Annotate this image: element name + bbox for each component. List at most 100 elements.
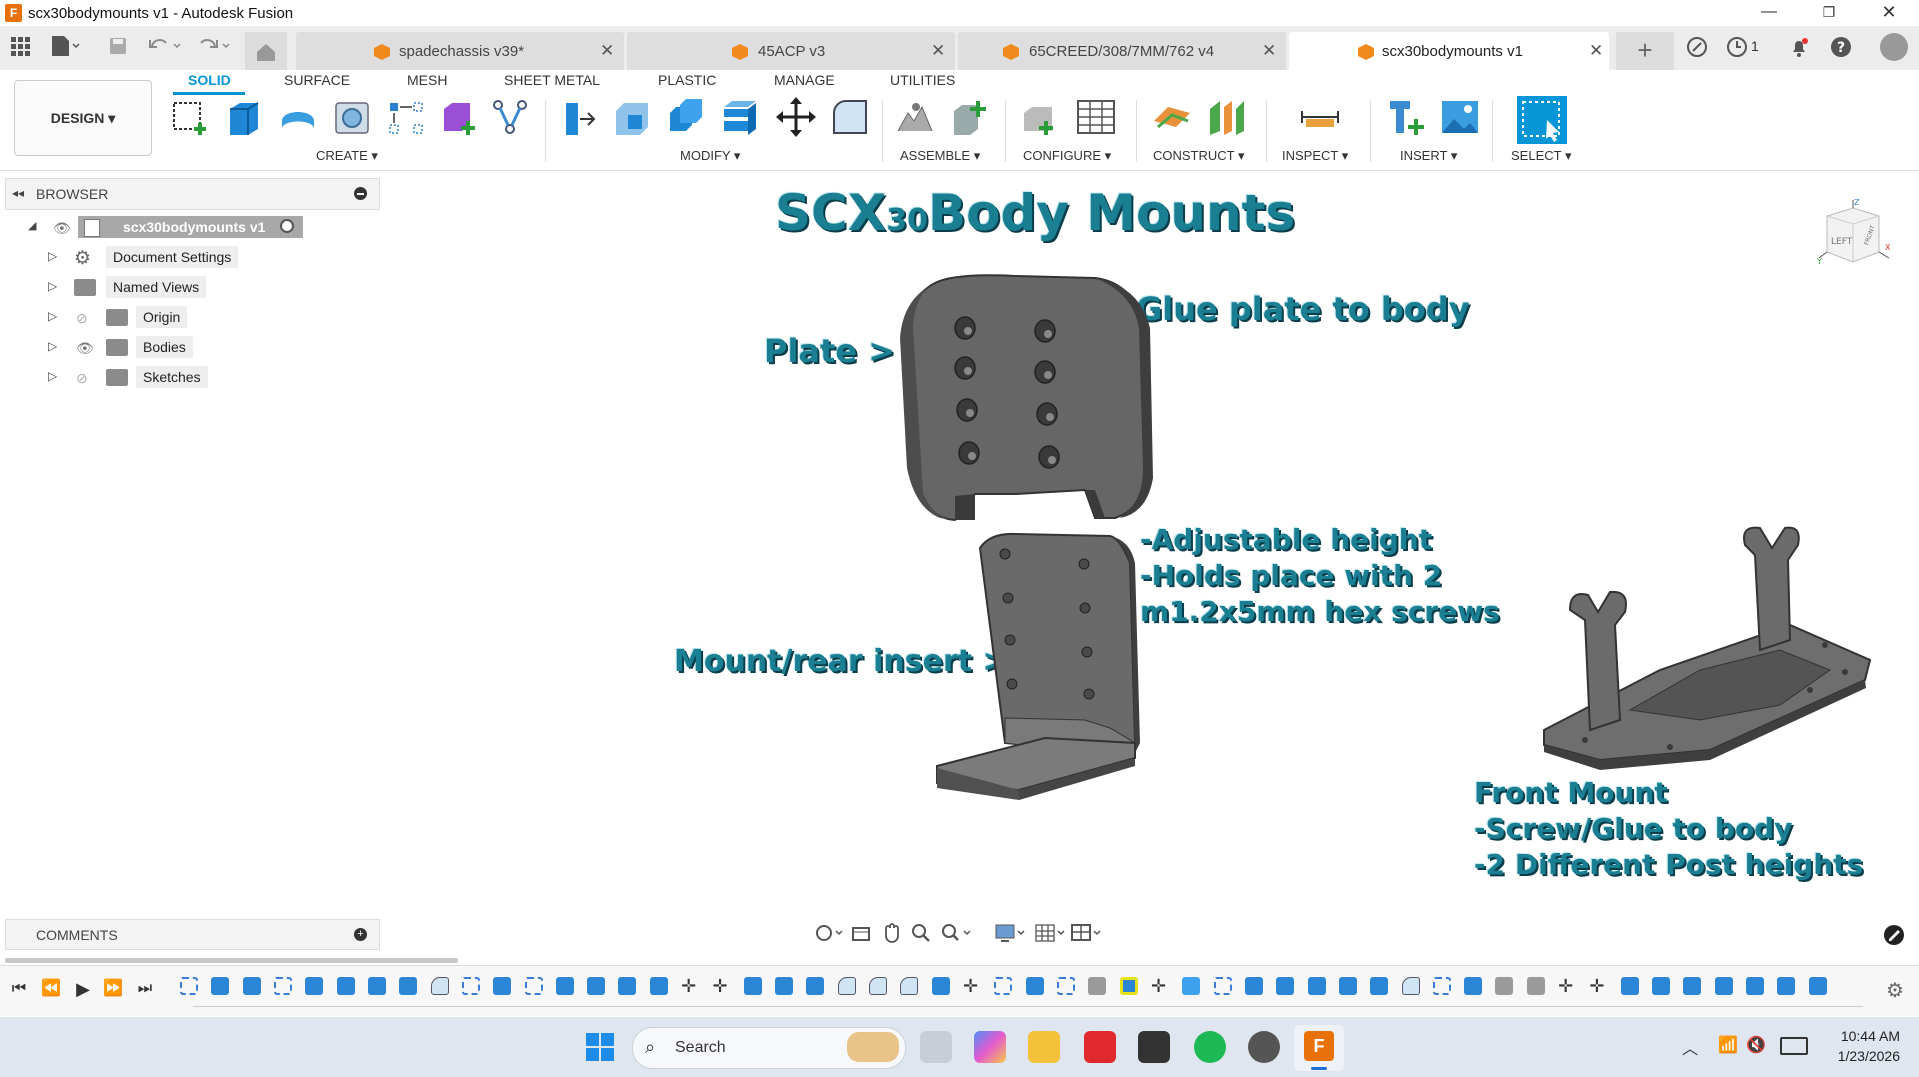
timeline-current-feature-icon[interactable] xyxy=(1119,977,1138,995)
timeline-fillet-icon[interactable] xyxy=(430,977,449,995)
redo-icon[interactable] xyxy=(195,34,235,58)
insert-image-icon[interactable] xyxy=(1440,97,1480,137)
create-form-icon[interactable] xyxy=(438,97,478,137)
close-tab-icon[interactable]: ✕ xyxy=(600,41,614,61)
timeline-extrude-icon[interactable] xyxy=(1464,977,1483,995)
extrude-icon[interactable] xyxy=(224,97,264,137)
timeline-extrude-icon[interactable] xyxy=(1276,977,1295,995)
timeline-extrude-icon[interactable] xyxy=(1244,977,1263,995)
app-icon[interactable] xyxy=(1248,1031,1280,1063)
tab-65creed[interactable]: 65CREED/308/7MM/762 v4 ✕ xyxy=(958,32,1286,70)
game-app-icon[interactable] xyxy=(1138,1031,1170,1063)
clock-icon[interactable] xyxy=(1726,36,1748,58)
expand-triangle-icon[interactable]: ▷ xyxy=(48,249,57,263)
timeline-extrude-icon[interactable] xyxy=(1777,977,1796,995)
timeline-extrude-icon[interactable] xyxy=(555,977,574,995)
task-view-icon[interactable] xyxy=(920,1031,952,1063)
plate-model[interactable] xyxy=(895,268,1155,530)
configure-group-label[interactable]: CONFIGURE ▾ xyxy=(1023,148,1111,164)
timeline-extrude-icon[interactable] xyxy=(242,977,261,995)
tab-scx30bodymounts[interactable]: scx30bodymounts v1 ✕ xyxy=(1289,32,1609,70)
create-group-label[interactable]: CREATE ▾ xyxy=(316,148,378,164)
tab-surface[interactable]: SURFACE xyxy=(284,72,350,88)
timeline-extrude-icon[interactable] xyxy=(1746,977,1765,995)
tab-manage[interactable]: MANAGE xyxy=(774,72,835,88)
timeline-extrude-icon[interactable] xyxy=(1714,977,1733,995)
expand-triangle-icon[interactable]: ◢ xyxy=(28,219,36,232)
close-tab-icon[interactable]: ✕ xyxy=(1262,41,1276,61)
timeline-extrude-icon[interactable] xyxy=(211,977,230,995)
timeline-extrude-icon[interactable] xyxy=(618,977,637,995)
timeline-move-icon[interactable]: ✛ xyxy=(1151,977,1169,995)
timeline-extrude-icon[interactable] xyxy=(1683,977,1702,995)
new-tab-button[interactable]: + xyxy=(1616,32,1674,70)
expand-triangle-icon[interactable]: ▷ xyxy=(48,339,57,353)
construct-group-label[interactable]: CONSTRUCT ▾ xyxy=(1153,148,1245,164)
timeline-joint-icon[interactable] xyxy=(1495,977,1514,995)
save-icon[interactable] xyxy=(108,36,128,56)
close-tab-icon[interactable]: ✕ xyxy=(931,41,945,61)
shell-icon[interactable] xyxy=(720,97,760,137)
copilot-icon[interactable] xyxy=(974,1031,1006,1063)
tab-mesh[interactable]: MESH xyxy=(407,72,447,88)
assemble-group-label[interactable]: ASSEMBLE ▾ xyxy=(900,148,980,164)
insert-mcmaster-icon[interactable] xyxy=(1386,97,1426,137)
comments-panel[interactable]: COMMENTS + xyxy=(5,919,380,950)
timeline-extrude-icon[interactable] xyxy=(775,977,794,995)
job-status-icon[interactable] xyxy=(1686,36,1708,58)
tab-spadechassis[interactable]: spadechassis v39* ✕ xyxy=(296,32,624,70)
tab-solid[interactable]: SOLID xyxy=(188,72,231,88)
viewcube[interactable]: LEFT FRONT Z X Y xyxy=(1815,198,1895,278)
windows-start-icon[interactable] xyxy=(584,1031,616,1063)
minimize-icon[interactable]: — xyxy=(1746,0,1792,26)
bell-icon[interactable] xyxy=(1788,36,1810,58)
timeline-extrude-icon[interactable] xyxy=(1370,977,1389,995)
new-component-icon[interactable] xyxy=(950,97,990,137)
timeline-extrude-icon[interactable] xyxy=(743,977,762,995)
visibility-eye-icon[interactable]: 👁 xyxy=(76,340,94,356)
user-avatar[interactable] xyxy=(1880,33,1908,61)
select-tool-icon[interactable] xyxy=(1517,96,1567,144)
zoom-icon[interactable] xyxy=(910,922,932,944)
timeline-fillet-icon[interactable] xyxy=(900,977,919,995)
help-icon[interactable]: ? xyxy=(1830,36,1852,58)
tab-utilities[interactable]: UTILITIES xyxy=(890,72,955,88)
step-forward-icon[interactable]: ⏩ xyxy=(102,978,124,1000)
timeline-extrude-icon[interactable] xyxy=(931,977,950,995)
offset-plane-icon[interactable] xyxy=(1152,97,1192,137)
timeline-extrude-icon[interactable] xyxy=(587,977,606,995)
browser-root-node[interactable]: ◢ 👁 scx30bodymounts v1 xyxy=(28,216,308,240)
joint-icon[interactable] xyxy=(896,97,936,137)
derive-icon[interactable] xyxy=(490,97,530,137)
play-icon[interactable]: ▶ xyxy=(72,978,94,1000)
configure-icon[interactable] xyxy=(1020,97,1060,137)
grid-settings-icon[interactable] xyxy=(1034,922,1068,944)
show-hidden-icons[interactable]: ︿ xyxy=(1682,1035,1698,1059)
timeline-fillet-icon[interactable] xyxy=(1401,977,1420,995)
modify-group-label[interactable]: MODIFY ▾ xyxy=(680,148,740,164)
front-mount-model[interactable] xyxy=(1540,520,1880,770)
timeline-extrude-icon[interactable] xyxy=(1808,977,1827,995)
timeline-extrude-icon[interactable] xyxy=(1338,977,1357,995)
timeline-extrude-icon[interactable] xyxy=(1652,977,1671,995)
timeline-move-icon[interactable]: ✛ xyxy=(963,977,981,995)
visibility-eye-icon[interactable]: 👁 xyxy=(53,220,71,236)
vivaldi-icon[interactable] xyxy=(1084,1031,1116,1063)
inspect-group-label[interactable]: INSPECT ▾ xyxy=(1282,148,1348,164)
insert-group-label[interactable]: INSERT ▾ xyxy=(1400,148,1457,164)
tab-45acp[interactable]: 45ACP v3 ✕ xyxy=(627,32,955,70)
timeline-extrude-icon[interactable] xyxy=(493,977,512,995)
timeline-extrude-icon[interactable] xyxy=(649,977,668,995)
timeline-extrude-icon[interactable] xyxy=(806,977,825,995)
pattern-icon[interactable] xyxy=(386,97,426,137)
close-tab-icon[interactable]: ✕ xyxy=(1589,41,1603,61)
midplane-icon[interactable] xyxy=(1206,97,1246,137)
timeline-sketch-icon[interactable] xyxy=(461,977,480,995)
timeline-joint-icon[interactable] xyxy=(1088,977,1107,995)
look-at-icon[interactable] xyxy=(850,922,872,944)
timeline-move-icon[interactable]: ✛ xyxy=(681,977,699,995)
timeline-extrude-icon[interactable] xyxy=(305,977,324,995)
spotify-icon[interactable] xyxy=(1194,1031,1226,1063)
volume-muted-icon[interactable]: 🔇 xyxy=(1746,1035,1766,1055)
apps-grid-icon[interactable] xyxy=(10,36,30,56)
